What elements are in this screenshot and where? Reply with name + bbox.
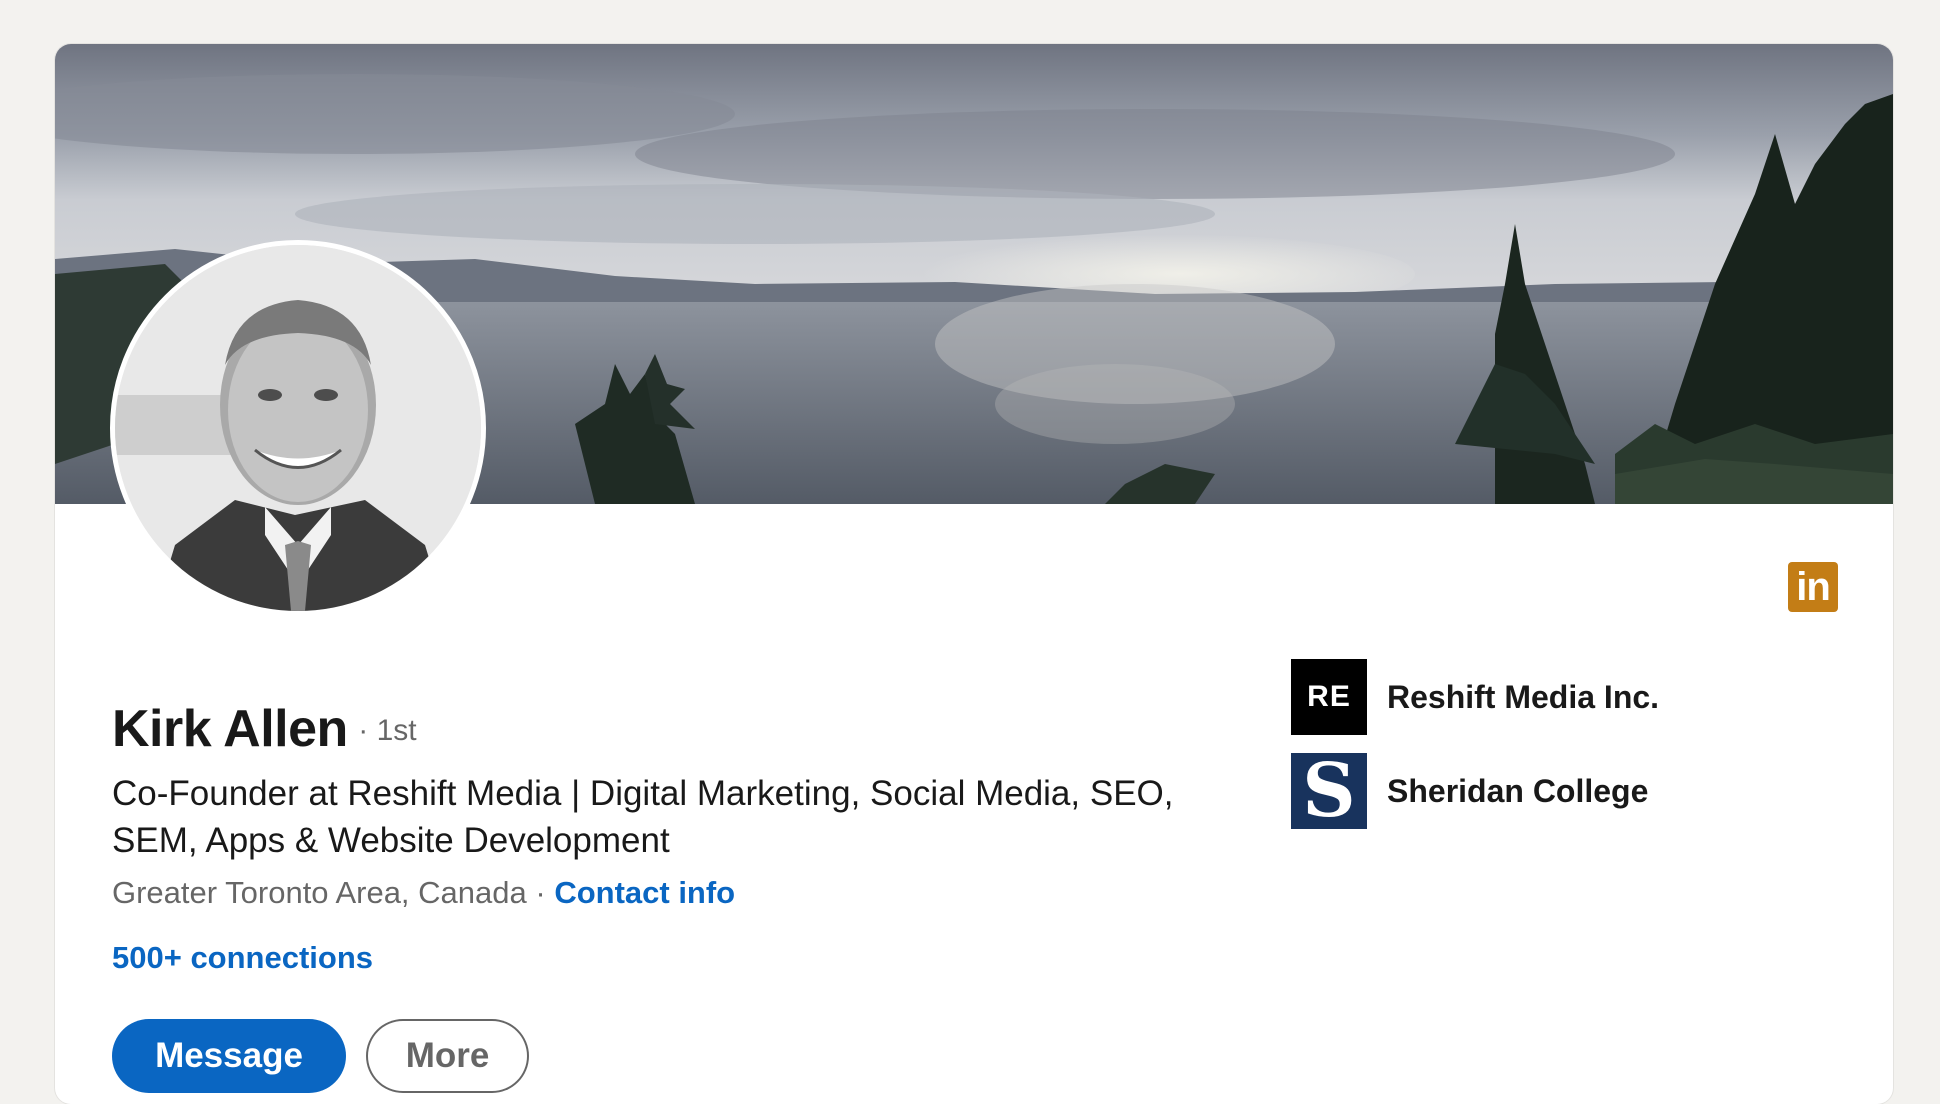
org-item-sheridan[interactable]: S Sheridan College <box>1291 753 1648 829</box>
profile-location: Greater Toronto Area, Canada <box>112 875 527 910</box>
name-row: Kirk Allen · 1st <box>112 699 417 759</box>
location-row: Greater Toronto Area, Canada · Contact i… <box>112 875 735 911</box>
reshift-logo: RE <box>1291 659 1367 735</box>
org-item-reshift[interactable]: RE Reshift Media Inc. <box>1291 659 1659 735</box>
connection-degree: · 1st <box>358 714 417 747</box>
org-name: Reshift Media Inc. <box>1387 678 1660 715</box>
profile-name: Kirk Allen <box>112 700 348 758</box>
connections-link[interactable]: 500+ connections <box>112 940 373 976</box>
profile-headline: Co-Founder at Reshift Media | Digital Ma… <box>112 774 1174 860</box>
profile-card: in Kirk Allen · 1st Co-Founder at Reshif… <box>55 44 1893 1104</box>
linkedin-icon: in <box>1788 562 1838 612</box>
contact-info-link[interactable]: Contact info <box>554 875 735 910</box>
org-name: Sheridan College <box>1387 772 1649 809</box>
sheridan-logo: S <box>1291 753 1367 829</box>
message-button[interactable]: Message <box>112 1019 346 1093</box>
profile-avatar[interactable] <box>110 240 486 616</box>
more-button[interactable]: More <box>366 1019 529 1093</box>
location-separator: · <box>526 875 555 910</box>
